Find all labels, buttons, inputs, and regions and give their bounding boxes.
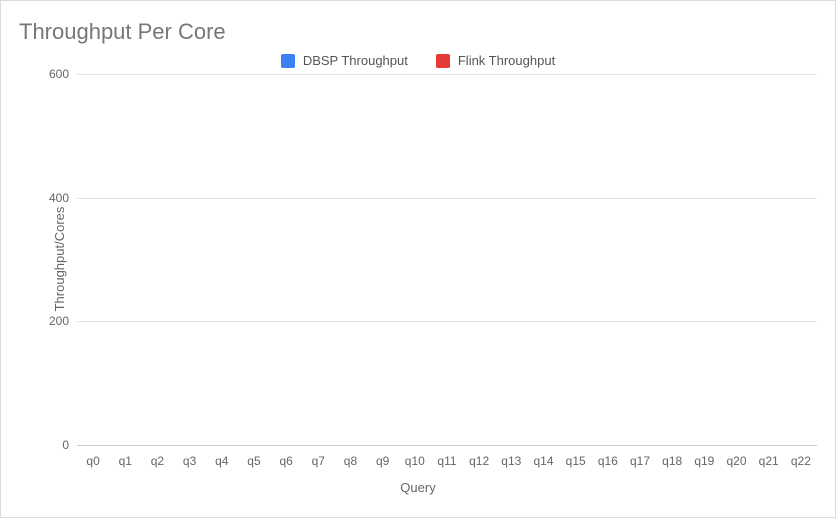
legend-label-flink: Flink Throughput — [458, 53, 555, 68]
y-tick: 0 — [62, 438, 77, 452]
x-tick: q12 — [463, 454, 495, 468]
swatch-flink — [436, 54, 450, 68]
grid-line — [77, 198, 817, 199]
x-tick: q7 — [302, 454, 334, 468]
legend: DBSP Throughput Flink Throughput — [15, 53, 821, 68]
bar-groups — [77, 74, 817, 445]
x-tick: q14 — [527, 454, 559, 468]
x-tick: q16 — [592, 454, 624, 468]
legend-item-flink: Flink Throughput — [436, 53, 555, 68]
x-tick: q10 — [399, 454, 431, 468]
plot: 0200400600 — [77, 74, 817, 446]
y-tick: 200 — [49, 314, 77, 328]
x-tick: q4 — [206, 454, 238, 468]
x-tick: q2 — [141, 454, 173, 468]
x-tick: q17 — [624, 454, 656, 468]
x-tick: q11 — [431, 454, 463, 468]
x-tick: q3 — [174, 454, 206, 468]
x-tick: q19 — [688, 454, 720, 468]
legend-label-dbsp: DBSP Throughput — [303, 53, 408, 68]
plot-area: 0200400600 q0q1q2q3q4q5q6q7q8q9q10q11q12… — [77, 74, 817, 474]
x-tick: q13 — [495, 454, 527, 468]
legend-item-dbsp: DBSP Throughput — [281, 53, 408, 68]
x-tick: q18 — [656, 454, 688, 468]
x-tick: q8 — [334, 454, 366, 468]
x-tick: q0 — [77, 454, 109, 468]
x-ticks: q0q1q2q3q4q5q6q7q8q9q10q11q12q13q14q15q1… — [77, 454, 817, 468]
y-axis-label: Throughput/Cores — [52, 207, 67, 312]
x-tick: q20 — [720, 454, 752, 468]
x-tick: q15 — [560, 454, 592, 468]
x-tick: q1 — [109, 454, 141, 468]
grid-line — [77, 321, 817, 322]
x-tick: q6 — [270, 454, 302, 468]
y-tick: 600 — [49, 67, 77, 81]
x-tick: q9 — [367, 454, 399, 468]
chart-title: Throughput Per Core — [19, 19, 821, 45]
grid-line — [77, 74, 817, 75]
x-axis-label: Query — [15, 480, 821, 495]
swatch-dbsp — [281, 54, 295, 68]
x-tick: q22 — [785, 454, 817, 468]
x-tick: q21 — [753, 454, 785, 468]
y-tick: 400 — [49, 191, 77, 205]
chart-frame: Throughput Per Core DBSP Throughput Flin… — [0, 0, 836, 518]
x-tick: q5 — [238, 454, 270, 468]
